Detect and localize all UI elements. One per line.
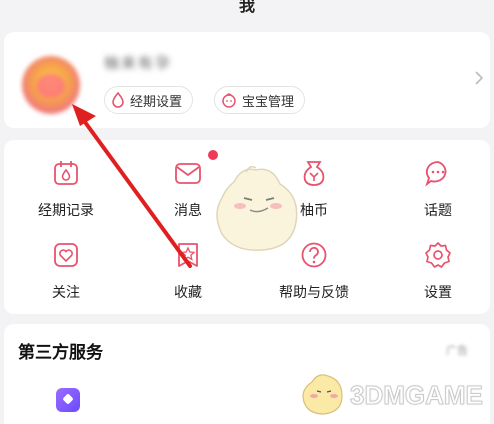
ad-tag: 广告	[446, 344, 468, 357]
grid-item-label: 帮助与反馈	[279, 285, 349, 301]
grid-item-label: 设置	[424, 285, 452, 301]
avatar[interactable]	[22, 56, 80, 114]
drop-icon	[112, 92, 124, 108]
nickname[interactable]: 柚来有孕	[104, 52, 172, 73]
profile-card[interactable]: 柚来有孕 经期设置 宝宝管理	[4, 32, 490, 128]
heart-icon	[54, 243, 78, 267]
baby-management-label: 宝宝管理	[242, 94, 295, 110]
baby-face-icon	[222, 93, 236, 108]
section-title: 第三方服务	[18, 343, 103, 363]
period-settings-label: 经期设置	[130, 94, 183, 110]
unread-badge	[208, 150, 218, 160]
chat-bubble-icon	[425, 161, 447, 187]
chevron-right-icon[interactable]	[474, 70, 484, 86]
duck-mascot-icon	[302, 374, 343, 415]
site-watermark: 3DMGAME	[298, 372, 483, 418]
period-settings-chip[interactable]: 经期设置	[104, 86, 194, 114]
grid-item-settings[interactable]: 设置	[388, 240, 488, 302]
grid-item-period-record[interactable]: 经期记录	[16, 158, 116, 220]
star-bookmark-icon	[178, 243, 198, 267]
grid-item-label: 话题	[424, 203, 452, 219]
grid-item-label: 经期记录	[38, 203, 94, 219]
baby-management-chip[interactable]: 宝宝管理	[214, 86, 306, 114]
watermark-text: 3DMGAME	[350, 379, 484, 410]
purple-service-icon[interactable]	[56, 388, 80, 412]
grid-item-topics[interactable]: 话题	[388, 158, 488, 220]
mail-icon	[175, 163, 201, 184]
page-title: 我	[238, 0, 255, 15]
grid-item-label: 关注	[52, 285, 80, 301]
grid-item-label: 收藏	[174, 285, 202, 301]
calendar-drop-icon	[54, 161, 78, 185]
grid-item-follow[interactable]: 关注	[16, 240, 116, 302]
mascot-watermark-icon	[216, 165, 298, 251]
gear-icon	[425, 242, 451, 268]
